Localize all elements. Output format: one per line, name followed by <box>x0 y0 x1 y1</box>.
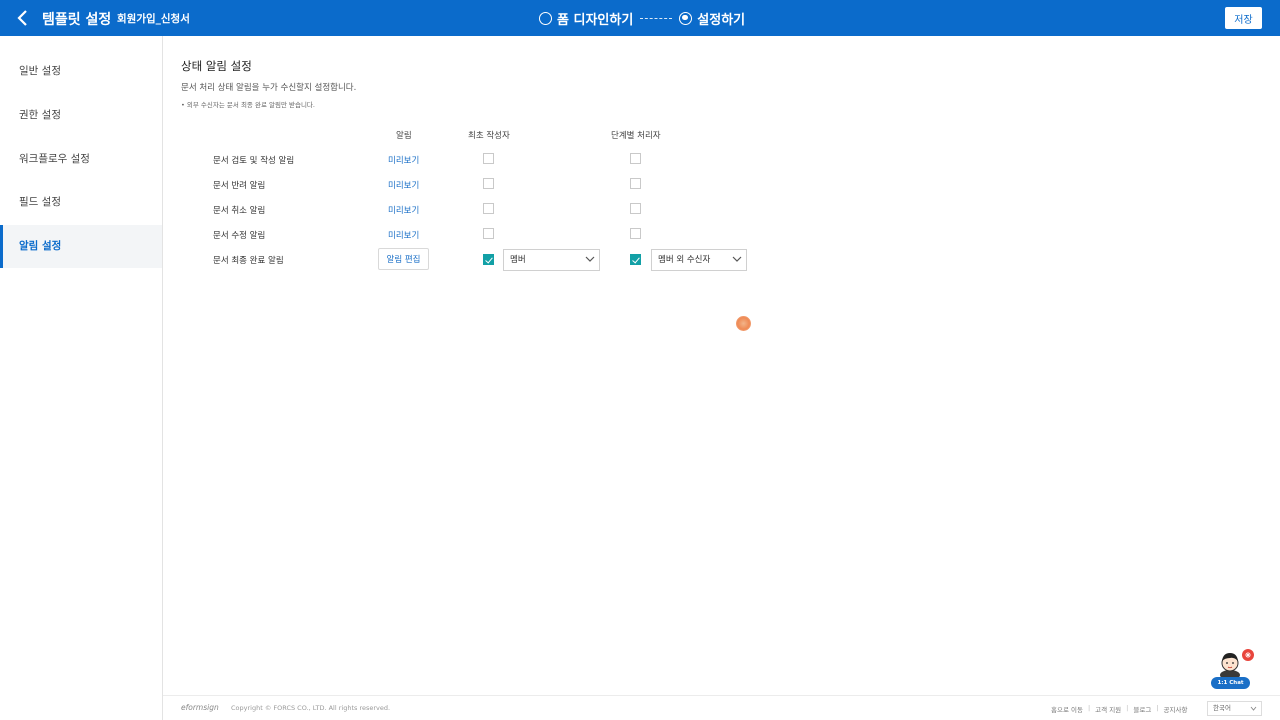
step-divider <box>640 17 673 19</box>
language-select[interactable]: 한국어 <box>1207 701 1262 716</box>
creator-checkbox[interactable] <box>483 153 494 164</box>
footer-link-home[interactable]: 홈으로 이동 <box>1051 704 1083 714</box>
top-bar: 템플릿 설정 회원가입_신청서 폼 디자인하기 설정하기 저장 <box>0 0 1280 36</box>
row-label-cancel: 문서 취소 알림 <box>213 206 266 216</box>
radio-selected-icon <box>679 11 693 25</box>
footer-separator: | <box>1156 704 1159 712</box>
step-recipient-value: 멤버 외 수신자 <box>658 255 711 265</box>
chat-label: 1:1 Chat <box>1211 677 1250 689</box>
creator-checkbox[interactable] <box>483 228 494 239</box>
footer-links: 홈으로 이동 | 고객 지원 | 블로그 | 공지사항 <box>1051 704 1187 714</box>
back-arrow-icon[interactable] <box>14 8 32 28</box>
section-note: • 외부 수신자는 문서 최종 완료 알림만 받습니다. <box>181 101 315 109</box>
step-checkbox-checked[interactable] <box>630 254 641 265</box>
sidebar-item-workflow[interactable]: 워크플로우 설정 <box>0 138 162 181</box>
step-recipient-select[interactable]: 멤버 외 수신자 <box>651 249 747 271</box>
creator-checkbox[interactable] <box>483 203 494 214</box>
language-value: 한국어 <box>1213 704 1231 712</box>
section-title: 상태 알림 설정 <box>181 59 252 73</box>
section-description: 문서 처리 상태 알림을 누가 수신할지 설정합니다. <box>181 83 357 93</box>
column-header-step: 단계별 처리자 <box>611 131 661 141</box>
creator-checkbox-checked[interactable] <box>483 254 494 265</box>
step-settings[interactable]: 설정하기 <box>697 9 745 28</box>
preview-link[interactable]: 미리보기 <box>388 229 419 241</box>
preview-link[interactable]: 미리보기 <box>388 154 419 166</box>
chevron-down-icon <box>1250 706 1257 711</box>
step-checkbox[interactable] <box>630 203 641 214</box>
row-label-edit: 문서 수정 알림 <box>213 231 266 241</box>
creator-recipient-value: 멤버 <box>510 255 526 265</box>
row-label-complete: 문서 최종 완료 알림 <box>213 256 284 266</box>
eformsign-logo: eformsign <box>181 703 219 712</box>
radio-icon <box>539 11 552 25</box>
creator-checkbox[interactable] <box>483 178 494 189</box>
footer: eformsign Copyright © FORCS CO., LTD. Al… <box>163 695 1280 720</box>
step-indicator: 폼 디자인하기 설정하기 <box>539 9 745 28</box>
preview-link[interactable]: 미리보기 <box>388 179 419 191</box>
preview-link[interactable]: 미리보기 <box>388 204 419 216</box>
creator-recipient-select[interactable]: 멤버 <box>503 249 600 271</box>
chat-avatar-icon <box>1220 649 1254 680</box>
chevron-down-icon <box>732 256 742 262</box>
chevron-down-icon <box>585 256 595 262</box>
copyright-text: Copyright © FORCS CO., LTD. All rights r… <box>231 704 391 712</box>
sidebar-item-notification[interactable]: 알림 설정 <box>0 225 162 268</box>
sidebar: 일반 설정 권한 설정 워크플로우 설정 필드 설정 알림 설정 <box>0 36 163 720</box>
footer-link-blog[interactable]: 블로그 <box>1133 704 1151 714</box>
column-header-creator: 최초 작성자 <box>468 131 510 141</box>
chat-widget[interactable]: 1:1 Chat <box>1209 648 1257 691</box>
save-button[interactable]: 저장 <box>1225 7 1262 29</box>
row-label-review: 문서 검토 및 작성 알림 <box>213 156 295 166</box>
edit-notification-button[interactable]: 알림 편집 <box>378 248 429 270</box>
cursor-indicator <box>736 316 751 331</box>
footer-separator: | <box>1126 704 1129 712</box>
sidebar-item-field[interactable]: 필드 설정 <box>0 181 162 224</box>
sidebar-item-general[interactable]: 일반 설정 <box>0 50 162 93</box>
column-header-alarm: 알림 <box>396 131 412 141</box>
page-title: 템플릿 설정 <box>42 12 112 28</box>
template-name: 회원가입_신청서 <box>117 13 190 25</box>
step-checkbox[interactable] <box>630 153 641 164</box>
main-content: 상태 알림 설정 문서 처리 상태 알림을 누가 수신할지 설정합니다. • 외… <box>163 36 1280 696</box>
step-checkbox[interactable] <box>630 178 641 189</box>
row-label-reject: 문서 반려 알림 <box>213 181 266 191</box>
step-checkbox[interactable] <box>630 228 641 239</box>
footer-separator: | <box>1087 704 1091 712</box>
footer-link-support[interactable]: 고객 지원 <box>1095 704 1121 714</box>
step-form-design[interactable]: 폼 디자인하기 <box>557 9 633 28</box>
footer-link-notice[interactable]: 공지사항 <box>1164 704 1188 714</box>
sidebar-item-permission[interactable]: 권한 설정 <box>0 94 162 137</box>
